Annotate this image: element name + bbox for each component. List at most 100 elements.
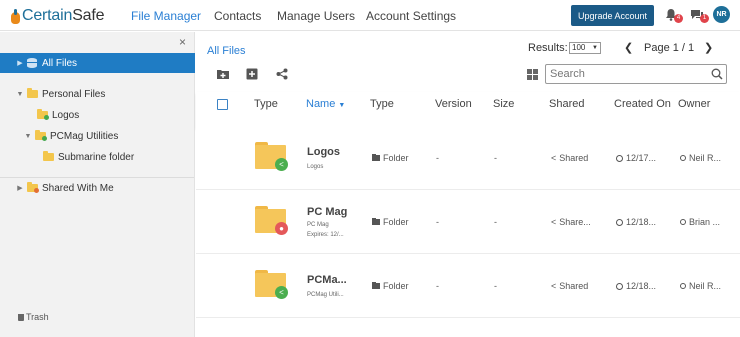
results-label: Results:	[528, 42, 568, 54]
sidebar-item-all-files[interactable]: ▶ All Files	[0, 53, 195, 73]
nav-account-settings[interactable]: Account Settings	[366, 9, 456, 23]
folder-small-icon	[372, 218, 380, 225]
table-row[interactable]: < Logos Logos Folder - - < Shared 12/17..…	[196, 127, 740, 190]
file-type-label: Folder	[383, 217, 409, 227]
file-shared: < Share...	[551, 217, 591, 227]
caret-down-icon[interactable]: ▼	[16, 91, 24, 98]
shared-with-me-folder-icon	[27, 182, 39, 193]
column-size[interactable]: Size	[493, 98, 514, 110]
sidebar-item-personal-files[interactable]: ▼ Personal Files	[0, 84, 105, 104]
share-small-icon: <	[551, 281, 557, 291]
certainsafe-logo[interactable]: CertainSafe	[11, 6, 105, 26]
column-type-icon[interactable]: Type	[254, 98, 278, 110]
top-navbar: CertainSafe File Manager Contacts Manage…	[0, 0, 740, 31]
logo-mark-icon	[11, 8, 20, 24]
shared-folder-icon	[37, 109, 49, 120]
sort-desc-icon: ▼	[338, 102, 346, 109]
file-shared: < Shared	[551, 281, 588, 291]
caret-down-icon[interactable]: ▼	[24, 133, 32, 140]
column-type[interactable]: Type	[370, 98, 394, 110]
sidebar-item-label: Personal Files	[42, 88, 106, 100]
file-expiry: Expires: 12/...	[307, 232, 344, 238]
file-type: Folder	[372, 217, 409, 227]
shared-badge-icon: <	[275, 286, 288, 299]
table-row[interactable]: ● PC Mag PC Mag Expires: 12/... Folder -…	[196, 191, 740, 254]
user-avatar[interactable]: NR	[713, 6, 730, 23]
folder-icon: <	[255, 142, 288, 171]
column-version[interactable]: Version	[435, 98, 472, 110]
logo-text: CertainSafe	[22, 7, 105, 24]
column-shared[interactable]: Shared	[549, 98, 584, 110]
grid-view-icon[interactable]	[527, 69, 538, 80]
column-name-label: Name	[306, 98, 336, 110]
clock-icon	[616, 282, 623, 290]
file-created-label: 12/17...	[626, 153, 657, 163]
column-name[interactable]: Name ▼	[306, 98, 345, 110]
upgrade-account-button[interactable]: Upgrade Account	[571, 5, 654, 26]
sidebar-item-shared-with-me[interactable]: ▶ Shared With Me	[0, 178, 114, 198]
clock-icon	[616, 218, 623, 226]
search-input[interactable]	[546, 65, 706, 83]
new-folder-icon[interactable]	[217, 68, 229, 80]
clock-icon	[616, 154, 623, 162]
folder-icon: ●	[255, 206, 288, 235]
prev-page-icon[interactable]: ❮	[624, 41, 633, 54]
caret-right-icon[interactable]: ▶	[16, 59, 24, 67]
user-icon	[680, 283, 686, 289]
message-badge: 1	[700, 14, 709, 23]
file-type: Folder	[372, 281, 409, 291]
add-file-icon[interactable]	[246, 68, 258, 80]
file-version: -	[436, 217, 439, 227]
column-created-on[interactable]: Created On	[614, 98, 671, 110]
file-owner-label: Brian ...	[689, 217, 721, 227]
file-name[interactable]: Logos	[307, 146, 340, 158]
file-shared-label: Shared	[559, 281, 589, 291]
sidebar-item-logos[interactable]: Logos	[0, 105, 79, 125]
nav-manage-users[interactable]: Manage Users	[277, 9, 355, 23]
file-type-label: Folder	[383, 153, 409, 163]
results-per-page-select[interactable]: 100	[569, 42, 601, 54]
breadcrumb[interactable]: All Files	[207, 45, 246, 57]
sidebar-item-submarine-folder[interactable]: Submarine folder	[0, 147, 134, 167]
file-created-label: 12/18...	[626, 281, 657, 291]
sidebar-item-pcmag-utilities[interactable]: ▼ PCMag Utilities	[0, 126, 118, 146]
nav-file-manager[interactable]: File Manager	[131, 9, 201, 23]
file-name[interactable]: PCMa...	[307, 274, 347, 286]
file-owner: Neil R...	[680, 153, 721, 163]
file-name[interactable]: PC Mag	[307, 206, 347, 218]
storage-icon	[27, 58, 37, 68]
sidebar-item-label: Submarine folder	[58, 151, 135, 163]
file-version: -	[436, 153, 439, 163]
table-row[interactable]: < PCMa... PCMag Utili... Folder - - < Sha…	[196, 255, 740, 318]
file-description: Logos	[307, 164, 324, 170]
file-created-on: 12/18...	[616, 217, 656, 227]
folder-small-icon	[372, 154, 380, 161]
next-page-icon[interactable]: ❯	[704, 41, 713, 54]
page-indicator: Page 1 / 1	[644, 42, 695, 54]
nav-contacts[interactable]: Contacts	[214, 9, 261, 23]
user-badge-icon: ●	[275, 222, 288, 235]
file-created-label: 12/18...	[626, 217, 657, 227]
select-all-checkbox[interactable]	[217, 99, 228, 110]
file-size: -	[494, 217, 497, 227]
search-icon[interactable]	[711, 68, 723, 80]
folder-icon	[27, 88, 38, 98]
file-type: Folder	[372, 153, 409, 163]
file-version: -	[436, 281, 439, 291]
caret-right-icon[interactable]: ▶	[16, 184, 24, 192]
file-size: -	[494, 281, 497, 291]
sidebar-close-icon[interactable]: ×	[179, 35, 186, 49]
folder-icon	[43, 151, 54, 161]
folder-icon: <	[255, 270, 288, 299]
column-owner[interactable]: Owner	[678, 98, 710, 110]
sidebar-trash[interactable]: Trash	[18, 312, 49, 322]
file-owner: Neil R...	[680, 281, 721, 291]
file-type-label: Folder	[383, 281, 409, 291]
file-owner: Brian ...	[680, 217, 720, 227]
sidebar-item-label: All Files	[42, 57, 78, 69]
file-owner-label: Neil R...	[689, 153, 722, 163]
file-created-on: 12/18...	[616, 281, 656, 291]
sidebar: × ▶ All Files ▼ Personal Files Logos ▼ P…	[0, 32, 195, 337]
share-icon[interactable]	[276, 68, 288, 80]
folder-small-icon	[372, 282, 380, 289]
